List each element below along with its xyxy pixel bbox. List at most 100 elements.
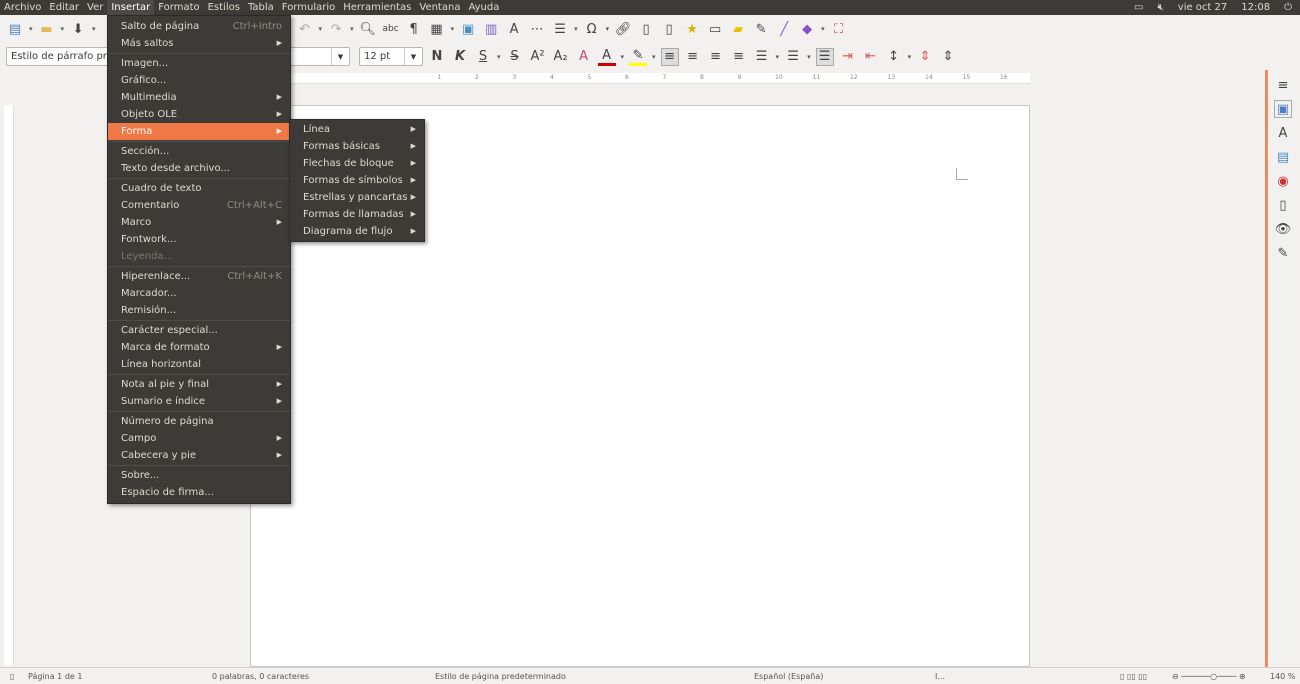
submenu-item[interactable]: Formas básicas ▶ [290,138,424,155]
special-character-icon[interactable]: Ω [583,20,601,38]
menu-item[interactable]: Línea horizontal [108,356,290,373]
insert-mode-icon[interactable]: I... [935,672,945,681]
submenu-item[interactable]: Formas de símbolos ▶ [290,172,424,189]
page-style[interactable]: Estilo de página predeterminado [435,672,566,681]
sidebar-menu-icon[interactable]: ≡ [1274,76,1292,94]
menu-item[interactable]: Comentario Ctrl+Alt+C [108,197,290,214]
menu-ayuda[interactable]: Ayuda [464,0,503,15]
paragraph-spacing-up-icon[interactable]: ⇕ [916,48,934,66]
menu-ventana[interactable]: Ventana [415,0,464,15]
align-center-icon[interactable]: ≡ [684,48,702,66]
chevron-down-icon[interactable]: ▼ [331,48,349,65]
basic-shapes-icon[interactable]: ◆ [798,20,816,38]
menu-item[interactable]: Forma ▶ [108,123,290,140]
menu-archivo[interactable]: Archivo [0,0,45,15]
numbered-list-icon[interactable]: ☰ [784,48,802,66]
clock-date[interactable]: vie oct 27 [1178,2,1227,13]
underline-icon[interactable]: S [474,48,492,66]
navigator-icon[interactable]: ◉ [1274,172,1292,190]
menu-item[interactable]: Remisión... [108,302,290,319]
track-changes-icon[interactable]: ✎ [752,20,770,38]
justify-icon[interactable]: ≡ [730,48,748,66]
menu-item[interactable]: Marcador... [108,285,290,302]
paragraph-spacing-down-icon[interactable]: ⇕ [939,48,957,66]
increase-indent-icon[interactable]: ⇥ [839,48,857,66]
redo-icon[interactable]: ↷ [327,20,345,38]
battery-icon[interactable]: ▭ [1134,2,1143,13]
menu-item[interactable]: Marca de formato ▶ [108,339,290,356]
submenu-item[interactable]: Formas de llamadas ▶ [290,206,424,223]
menu-formato[interactable]: Formato [154,0,203,15]
draw-functions-icon[interactable]: ⛶ [830,20,848,38]
menu-formulario[interactable]: Formulario [278,0,339,15]
view-layout-icon[interactable]: ▯ ▯▯ ▯▯ [1120,672,1147,681]
align-right-icon[interactable]: ≡ [707,48,725,66]
menu-item[interactable]: Multimedia ▶ [108,89,290,106]
line-icon[interactable]: ╱ [775,20,793,38]
cross-reference-icon[interactable]: ▭ [706,20,724,38]
design-icon[interactable]: ✎ [1274,244,1292,262]
submenu-item[interactable]: Estrellas y pancartas ▶ [290,189,424,206]
menu-item[interactable]: Salto de página Ctrl+Intro [108,18,290,35]
strikethrough-icon[interactable]: S [506,48,524,66]
decrease-indent-icon[interactable]: ⇤ [862,48,880,66]
endnote-icon[interactable]: ▯ [660,20,678,38]
volume-icon[interactable]: 🔇︎ [1157,2,1163,13]
insert-image-icon[interactable]: ▣ [459,20,477,38]
menu-ver[interactable]: Ver [83,0,107,15]
menu-item[interactable]: Marco ▶ [108,214,290,231]
menu-item[interactable]: Texto desde archivo... [108,160,290,177]
menu-item[interactable]: Carácter especial... [108,322,290,339]
menu-estilos[interactable]: Estilos [204,0,244,15]
bookmark-icon[interactable]: ★ [683,20,701,38]
menu-herramientas[interactable]: Herramientas [339,0,415,15]
menu-item[interactable]: Sección... [108,143,290,160]
zoom-level[interactable]: 140 % [1270,672,1295,681]
insert-textbox-icon[interactable]: A [505,20,523,38]
open-folder-icon[interactable]: ▬ [38,20,56,38]
comment-icon[interactable]: ▰ [729,20,747,38]
italic-icon[interactable]: K [451,48,469,66]
gallery-icon[interactable]: ▤ [1274,148,1292,166]
insert-table-icon[interactable]: ▦ [428,20,446,38]
menu-item[interactable]: Hiperenlace... Ctrl+Alt+K [108,268,290,285]
spellcheck-icon[interactable]: abc [382,20,400,38]
properties-icon[interactable]: ▣ [1274,100,1292,118]
menu-item[interactable]: Más saltos ▶ [108,35,290,52]
menu-tabla[interactable]: Tabla [244,0,278,15]
menu-editar[interactable]: Editar [45,0,83,15]
clear-formatting-icon[interactable]: A [575,48,593,66]
menu-item[interactable]: Imagen... [108,55,290,72]
find-replace-icon[interactable]: 🔍︎ [359,20,377,38]
undo-icon[interactable]: ↶ [296,20,314,38]
no-list-icon[interactable]: ☰ [815,47,834,66]
save-icon[interactable]: ⬇ [69,20,87,38]
bold-icon[interactable]: N [428,48,446,66]
insert-field-icon[interactable]: ☰ [551,20,569,38]
menu-item[interactable]: Espacio de firma... [108,484,290,501]
page-icon[interactable]: ▯ [1274,196,1292,214]
bullet-list-icon[interactable]: ☰ [753,48,771,66]
footnote-icon[interactable]: ▯ [637,20,655,38]
font-color-icon[interactable]: A [597,48,616,66]
menu-item[interactable]: Fontwork... [108,231,290,248]
menu-item[interactable]: Campo ▶ [108,430,290,447]
menu-item[interactable]: Gráfico... [108,72,290,89]
language[interactable]: Español (España) [754,672,823,681]
align-left-icon[interactable]: ≡ [660,47,679,66]
menu-item[interactable]: Objeto OLE ▶ [108,106,290,123]
styles-icon[interactable]: A [1274,124,1292,142]
page-count[interactable]: Página 1 de 1 [28,672,82,681]
submenu-item[interactable]: Línea ▶ [290,121,424,138]
menu-item[interactable]: Sumario e índice ▶ [108,393,290,410]
zoom-slider[interactable]: ⊖ ──────○──── ⊕ [1172,672,1246,681]
insert-chart-icon[interactable]: ▥ [482,20,500,38]
hyperlink-icon[interactable]: 🔗︎ [614,20,632,38]
menu-item[interactable]: Nota al pie y final ▶ [108,376,290,393]
new-document-icon[interactable]: ▤ [6,20,24,38]
menu-item[interactable]: Sobre... [108,467,290,484]
menu-insertar[interactable]: Insertar [107,0,155,15]
menu-item[interactable]: Cabecera y pie ▶ [108,447,290,464]
manage-changes-icon[interactable]: 👁︎ [1274,220,1292,238]
page-break-icon[interactable]: ⋯ [528,20,546,38]
